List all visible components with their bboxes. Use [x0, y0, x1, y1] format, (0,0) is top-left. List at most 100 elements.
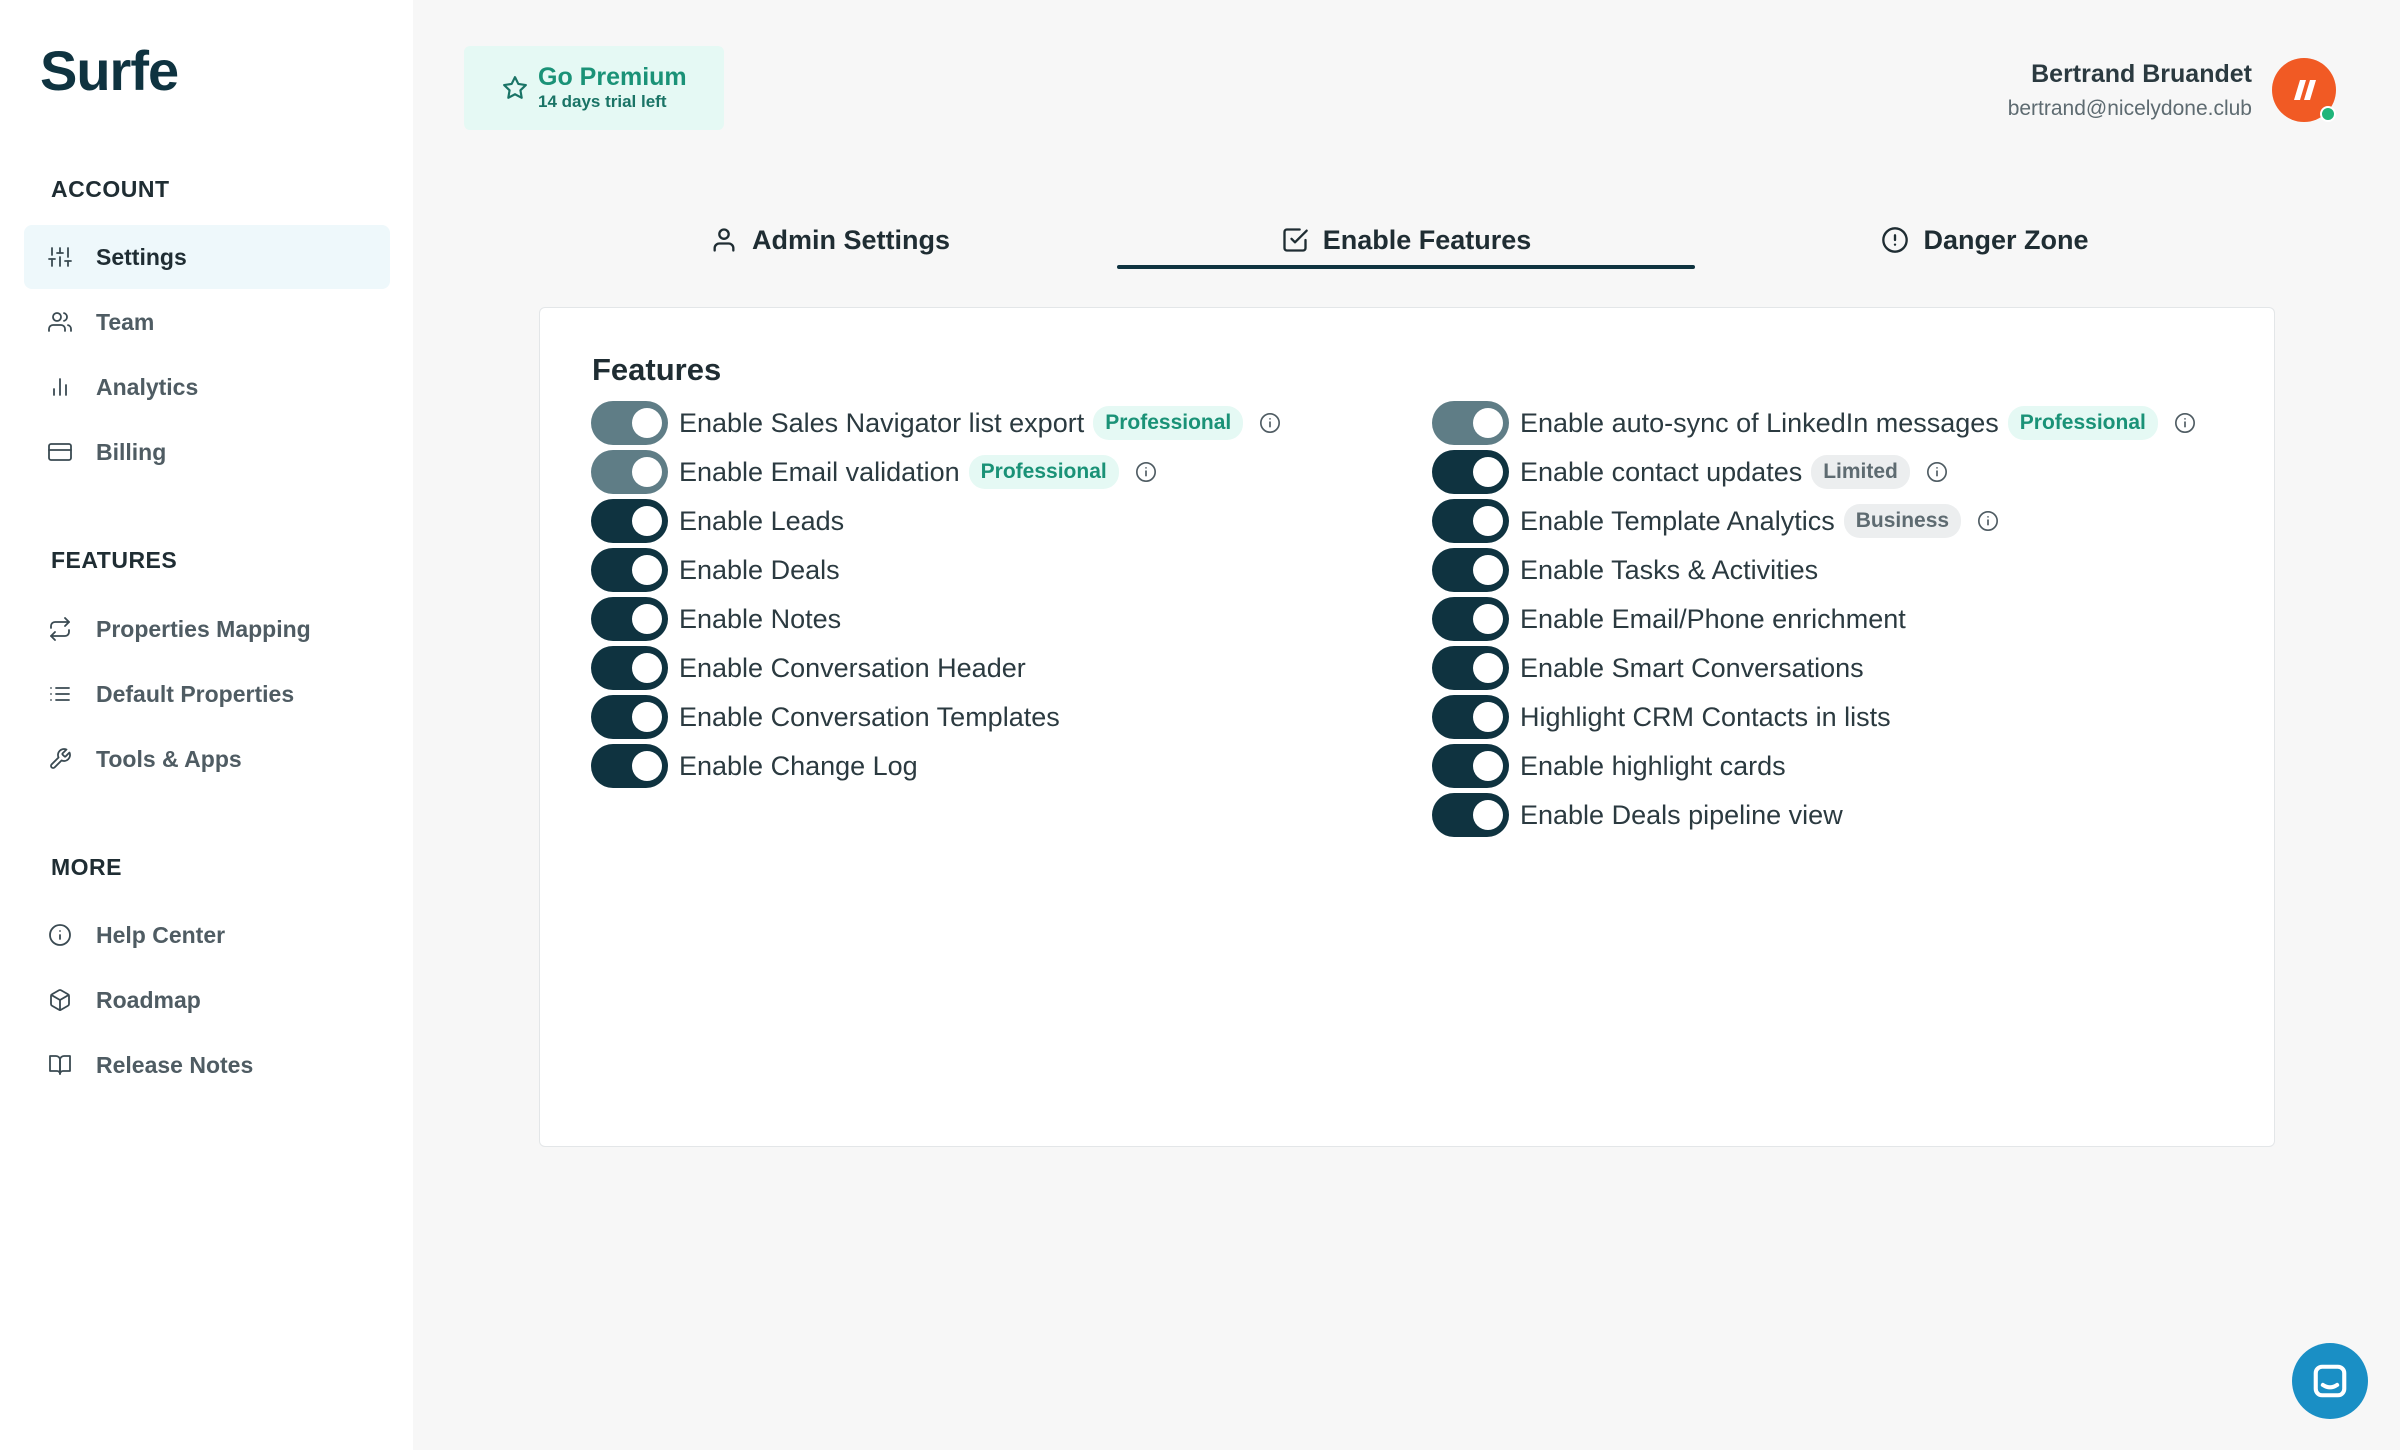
toggle-knob	[1473, 408, 1503, 438]
surfe-logo[interactable]: Surfe	[40, 38, 179, 103]
sidebar-item-billing[interactable]: Billing	[24, 420, 390, 484]
avatar[interactable]	[2272, 58, 2336, 122]
sidebar-item-label: Help Center	[96, 921, 226, 948]
tab-enable-features[interactable]: Enable Features	[1117, 210, 1695, 270]
feature-label: Enable Leads	[679, 505, 845, 536]
feature-label: Enable Email validation	[679, 456, 960, 487]
alert-circle-icon	[1881, 225, 1911, 255]
plan-badge: Business	[1843, 504, 1962, 538]
sidebar-item-default-properties[interactable]: Default Properties	[24, 662, 390, 726]
toggle-knob	[1473, 653, 1503, 683]
sidebar-item-label: Settings	[96, 243, 187, 270]
feature-row-enable-deals-pipeline-view: Enable Deals pipeline view	[1432, 792, 1843, 838]
trial-days-left: 14 days trial left	[538, 91, 667, 111]
tab-admin-settings[interactable]: Admin Settings	[700, 210, 960, 270]
toggle-switch[interactable]	[1432, 401, 1509, 445]
feature-row-enable-leads: Enable Leads	[591, 498, 844, 544]
toggle-switch[interactable]	[591, 450, 668, 494]
plan-badge: Professional	[2007, 406, 2158, 440]
tool-icon	[46, 745, 74, 773]
features-card: Features Enable Sales Navigator list exp…	[539, 307, 2275, 1147]
repeat-icon	[46, 615, 74, 643]
feature-label: Enable Deals pipeline view	[1520, 799, 1843, 830]
users-icon	[46, 308, 74, 336]
list-icon	[46, 680, 74, 708]
sidebar-item-properties-mapping[interactable]: Properties Mapping	[24, 597, 390, 661]
tab-label: Danger Zone	[1923, 224, 2089, 255]
avatar-logo-icon	[2294, 80, 2316, 100]
sidebar-item-help-center[interactable]: Help Center	[24, 903, 390, 967]
sidebar-item-roadmap[interactable]: Roadmap	[24, 968, 390, 1032]
toggle-knob	[1473, 457, 1503, 487]
sliders-icon	[46, 243, 74, 271]
toggle-knob	[632, 751, 662, 781]
online-status-dot	[2320, 106, 2336, 122]
toggle-switch[interactable]	[1432, 450, 1509, 494]
feature-label: Enable Conversation Header	[679, 652, 1026, 683]
feature-row-enable-auto-sync-of-linkedin-messages: Enable auto-sync of LinkedIn messages Pro…	[1432, 400, 2196, 446]
info-icon[interactable]	[2174, 412, 2196, 434]
feature-label: Enable Sales Navigator list export	[679, 407, 1085, 438]
toggle-knob	[632, 457, 662, 487]
star-icon	[502, 75, 528, 101]
feature-label: Enable auto-sync of LinkedIn messages	[1520, 407, 1999, 438]
toggle-knob	[1473, 751, 1503, 781]
tab-label: Enable Features	[1322, 224, 1532, 255]
sidebar-item-settings[interactable]: Settings	[24, 225, 390, 289]
toggle-knob	[1473, 702, 1503, 732]
feature-row-enable-change-log: Enable Change Log	[591, 743, 918, 789]
feature-label: Enable Tasks & Activities	[1520, 554, 1819, 585]
toggle-knob	[1473, 555, 1503, 585]
info-icon	[46, 921, 74, 949]
feature-row-enable-sales-navigator-list-export: Enable Sales Navigator list export Profes…	[591, 400, 1281, 446]
feature-row-enable-tasks-activities: Enable Tasks & Activities	[1432, 547, 1818, 593]
sidebar-item-label: Team	[96, 308, 155, 335]
sidebar-item-tools-apps[interactable]: Tools & Apps	[24, 727, 390, 791]
feature-label: Enable contact updates	[1520, 456, 1803, 487]
toggle-knob	[1473, 604, 1503, 634]
toggle-switch[interactable]	[591, 548, 668, 592]
feature-label: Enable Smart Conversations	[1520, 652, 1864, 683]
toggle-switch[interactable]	[1432, 744, 1509, 788]
section-title-more: MORE	[51, 854, 122, 880]
sidebar-item-team[interactable]: Team	[24, 290, 390, 354]
feature-row-enable-contact-updates: Enable contact updates Limited	[1432, 449, 1948, 495]
feature-row-enable-highlight-cards: Enable highlight cards	[1432, 743, 1786, 789]
toggle-switch[interactable]	[591, 646, 668, 690]
sidebar-item-release-notes[interactable]: Release Notes	[24, 1033, 390, 1097]
check-square-icon	[1281, 225, 1311, 255]
info-icon[interactable]	[1926, 461, 1948, 483]
toggle-switch[interactable]	[1432, 548, 1509, 592]
section-title-features: FEATURES	[51, 547, 178, 573]
toggle-switch[interactable]	[591, 401, 668, 445]
feature-row-enable-conversation-header: Enable Conversation Header	[591, 645, 1026, 691]
toggle-switch[interactable]	[591, 744, 668, 788]
sidebar-item-label: Default Properties	[96, 680, 295, 707]
tab-danger-zone[interactable]: Danger Zone	[1860, 210, 2110, 270]
feature-label: Enable Deals	[679, 554, 840, 585]
toggle-switch[interactable]	[1432, 695, 1509, 739]
feature-row-enable-email-phone-enrichment: Enable Email/Phone enrichment	[1432, 596, 1906, 642]
toggle-switch[interactable]	[591, 695, 668, 739]
toggle-switch[interactable]	[591, 499, 668, 543]
box-icon	[46, 986, 74, 1014]
feature-label: Enable Change Log	[679, 750, 918, 781]
toggle-switch[interactable]	[1432, 793, 1509, 837]
info-icon[interactable]	[1259, 412, 1281, 434]
toggle-switch[interactable]	[1432, 499, 1509, 543]
sidebar-item-analytics[interactable]: Analytics	[24, 355, 390, 419]
chat-support-button[interactable]	[2292, 1343, 2368, 1419]
go-premium-button[interactable]: Go Premium 14 days trial left	[464, 46, 724, 130]
toggle-switch[interactable]	[1432, 646, 1509, 690]
feature-row-enable-conversation-templates: Enable Conversation Templates	[591, 694, 1060, 740]
toggle-switch[interactable]	[1432, 597, 1509, 641]
info-icon[interactable]	[1135, 461, 1157, 483]
toggle-switch[interactable]	[591, 597, 668, 641]
info-icon[interactable]	[1977, 510, 1999, 532]
feature-label: Enable highlight cards	[1520, 750, 1786, 781]
toggle-knob	[632, 555, 662, 585]
feature-row-enable-smart-conversations: Enable Smart Conversations	[1432, 645, 1864, 691]
feature-row-enable-email-validation: Enable Email validation Professional	[591, 449, 1157, 495]
book-open-icon	[46, 1051, 74, 1079]
sidebar: Surfe ACCOUNT Settings Team Analytics Bi…	[0, 0, 413, 1450]
